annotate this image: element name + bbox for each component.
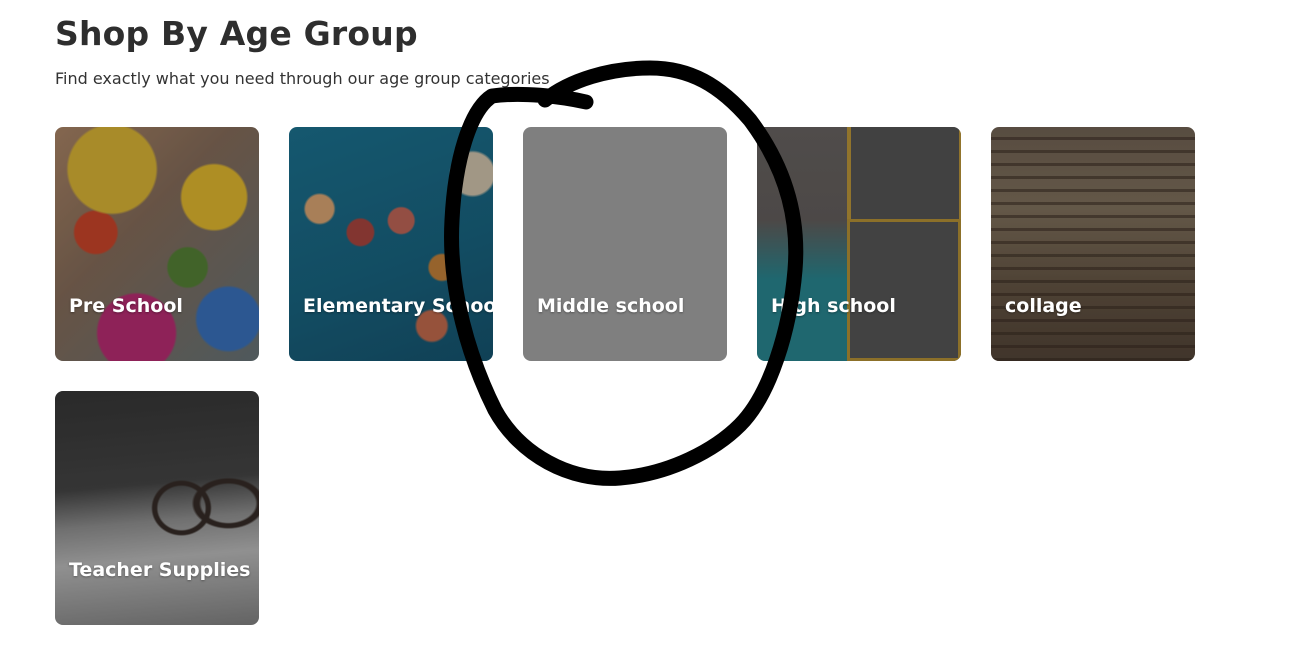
card-overlay (991, 127, 1195, 361)
card-overlay (55, 127, 259, 361)
section-subtitle: Find exactly what you need through our a… (55, 69, 550, 88)
card-overlay (289, 127, 493, 361)
category-card-pre-school[interactable]: Pre School (55, 127, 259, 361)
card-overlay (55, 391, 259, 625)
category-card-middle-school[interactable]: Middle school (523, 127, 727, 361)
category-card-elementary-school[interactable]: Elementary School (289, 127, 493, 361)
age-group-section: Shop By Age Group Find exactly what you … (0, 0, 1311, 670)
category-card-high-school[interactable]: High school (757, 127, 961, 361)
category-label: Elementary School (303, 295, 493, 317)
category-label: Pre School (69, 295, 183, 317)
category-card-collage[interactable]: collage (991, 127, 1195, 361)
category-label: High school (771, 295, 896, 317)
card-overlay (757, 127, 961, 361)
middle-school-image-placeholder (523, 127, 727, 361)
category-label: Teacher Supplies (69, 559, 251, 581)
section-title: Shop By Age Group (55, 14, 418, 53)
category-grid: Pre School Elementary School Middle scho… (55, 127, 1215, 625)
category-card-teacher-supplies[interactable]: Teacher Supplies (55, 391, 259, 625)
category-label: Middle school (537, 295, 685, 317)
category-label: collage (1005, 295, 1082, 317)
